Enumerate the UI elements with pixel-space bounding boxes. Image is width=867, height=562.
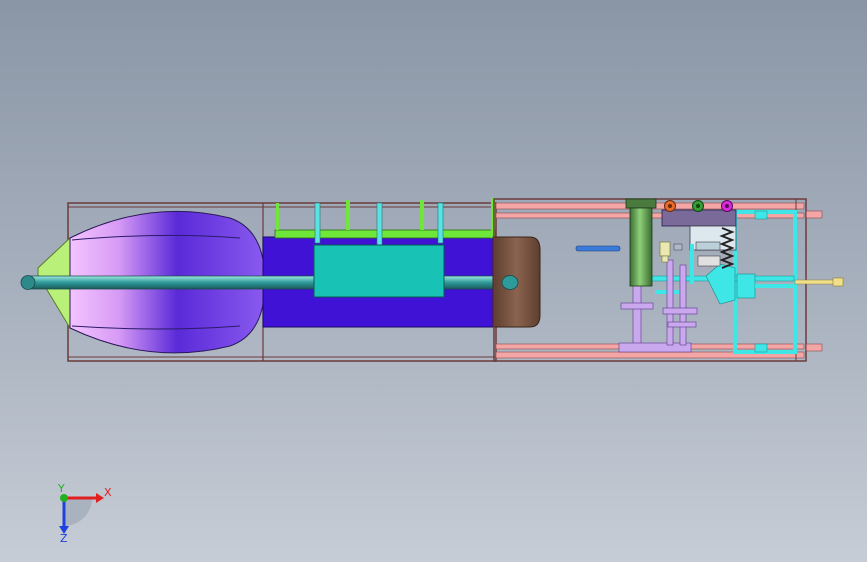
y-axis-label: Y	[57, 482, 65, 495]
teal-housing	[313, 244, 445, 298]
x-axis-label: X	[104, 486, 112, 499]
cad-viewport[interactable]: X Y Z	[0, 0, 867, 562]
pipe-end	[501, 275, 519, 290]
y-axis-marker	[60, 494, 68, 502]
small-link-bar	[575, 245, 621, 252]
push-rod	[794, 277, 844, 287]
coordinate-triad: X Y Z	[57, 482, 112, 545]
knob-orange[interactable]	[664, 200, 676, 212]
x-axis-arrowhead	[96, 493, 104, 503]
top-rail-assembly	[274, 198, 496, 246]
z-axis-label: Z	[60, 532, 68, 545]
knob-magenta[interactable]	[721, 200, 733, 212]
hydraulic-cylinder	[625, 198, 657, 287]
knob-green[interactable]	[692, 200, 704, 212]
